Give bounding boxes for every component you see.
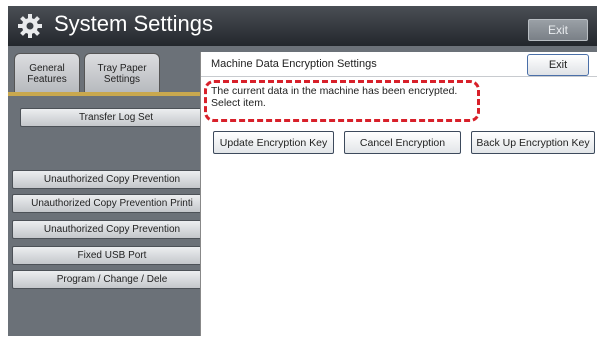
- update-encryption-key-button[interactable]: Update Encryption Key: [213, 131, 334, 154]
- fixed-usb-port-button[interactable]: Fixed USB Port: [12, 246, 212, 265]
- unauthorized-copy-prevention-printing-button[interactable]: Unauthorized Copy Prevention Printi: [12, 194, 212, 213]
- status-message-line-2: Select item.: [211, 97, 266, 109]
- unauthorized-copy-prevention-button-1[interactable]: Unauthorized Copy Prevention: [12, 170, 212, 189]
- dialog-exit-button[interactable]: Exit: [527, 54, 589, 76]
- title-bar: System Settings Exit: [8, 6, 597, 46]
- status-message-line-1: The current data in the machine has been…: [211, 85, 458, 97]
- tab-tray-paper-settings[interactable]: Tray Paper Settings: [84, 53, 160, 94]
- dialog-divider: [201, 76, 597, 77]
- left-panel: [8, 96, 208, 336]
- transfer-log-setting-button[interactable]: Transfer Log Set: [20, 108, 212, 127]
- encryption-settings-dialog: Machine Data Encryption Settings Exit Th…: [200, 52, 597, 336]
- unauthorized-copy-prevention-button-2[interactable]: Unauthorized Copy Prevention: [12, 220, 212, 239]
- status-message: The current data in the machine has been…: [211, 85, 457, 109]
- back-up-encryption-key-button[interactable]: Back Up Encryption Key: [471, 131, 595, 154]
- cancel-encryption-button[interactable]: Cancel Encryption: [344, 131, 461, 154]
- exit-button[interactable]: Exit: [528, 19, 588, 41]
- tab-general-features[interactable]: General Features: [14, 53, 80, 94]
- system-settings-screen: System Settings Exit General Features Tr…: [8, 6, 597, 336]
- page-title: System Settings: [54, 11, 213, 36]
- gear-icon: [18, 14, 42, 38]
- dialog-title: Machine Data Encryption Settings: [211, 58, 377, 70]
- program-change-delete-button[interactable]: Program / Change / Dele: [12, 270, 212, 289]
